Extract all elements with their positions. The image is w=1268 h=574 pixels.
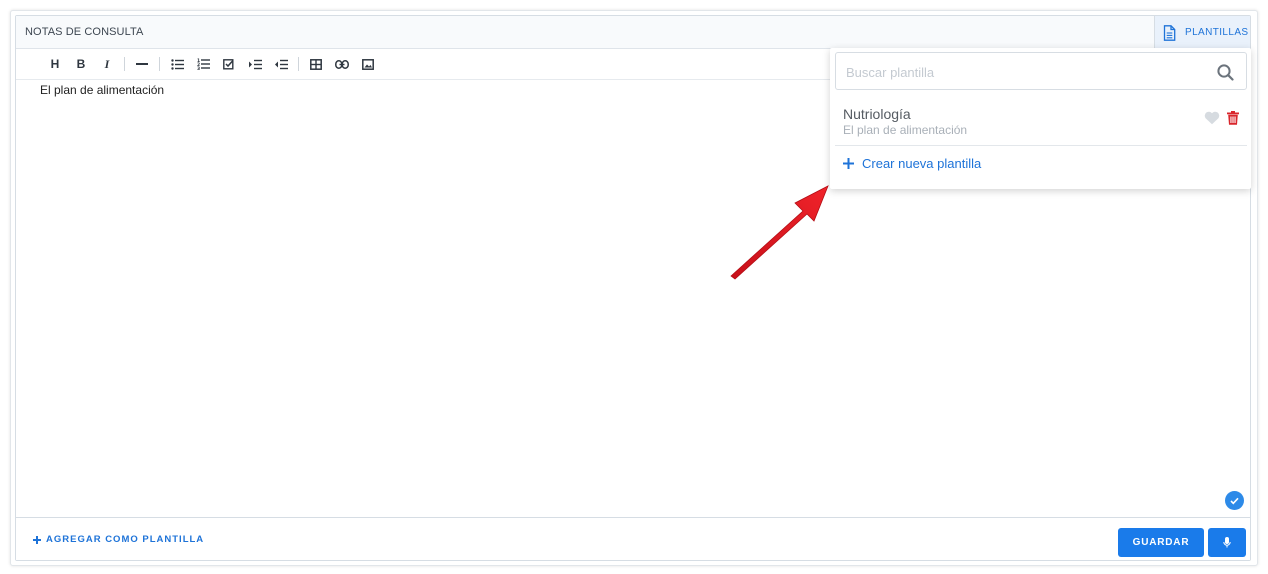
svg-text:3: 3 [197,66,200,70]
document-icon [1163,24,1176,41]
numbered-list-icon[interactable]: 123 [190,53,216,75]
search-icon[interactable] [1217,64,1234,81]
plus-icon [843,158,854,169]
image-icon[interactable] [355,53,381,75]
horizontal-rule-icon[interactable] [129,53,155,75]
checklist-icon[interactable] [216,53,242,75]
heart-icon[interactable] [1204,111,1220,125]
create-template-link[interactable]: Crear nueva plantilla [843,156,981,171]
template-search-input[interactable] [846,62,1206,82]
save-button[interactable]: GUARDAR [1118,528,1204,557]
templates-button[interactable]: PLANTILLAS [1154,16,1250,49]
bold-icon[interactable]: B [68,53,94,75]
toolbar-separator [298,57,299,71]
editor-content[interactable]: El plan de alimentación [40,83,164,97]
indent-icon[interactable] [242,53,268,75]
notes-header: NOTAS DE CONSULTA PLANTILLAS [16,16,1250,49]
plus-icon [33,535,41,544]
trash-icon[interactable] [1227,111,1239,125]
template-search-box [835,52,1247,90]
microphone-icon [1223,537,1231,548]
templates-dropdown: Nutriología El plan de alimentación Crea… [830,48,1251,189]
template-description: El plan de alimentación [843,123,968,137]
microphone-button[interactable] [1208,528,1246,557]
notes-footer: AGREGAR COMO PLANTILLA GUARDAR [16,517,1250,560]
outdent-icon[interactable] [268,53,294,75]
italic-icon[interactable]: I [94,53,120,75]
toolbar-separator [124,57,125,71]
check-icon [1225,491,1244,510]
notes-title: NOTAS DE CONSULTA [25,26,144,38]
templates-button-label: PLANTILLAS [1185,27,1249,38]
bullet-list-icon[interactable] [164,53,190,75]
add-as-template-label: AGREGAR COMO PLANTILLA [46,534,205,545]
template-name: Nutriología [843,106,911,122]
table-icon[interactable] [303,53,329,75]
heading-icon[interactable]: H [42,53,68,75]
link-icon[interactable] [329,53,355,75]
toolbar-separator [159,57,160,71]
add-as-template-link[interactable]: AGREGAR COMO PLANTILLA [33,534,204,545]
template-item[interactable]: Nutriología El plan de alimentación [835,98,1247,146]
create-template-label: Crear nueva plantilla [862,156,982,171]
